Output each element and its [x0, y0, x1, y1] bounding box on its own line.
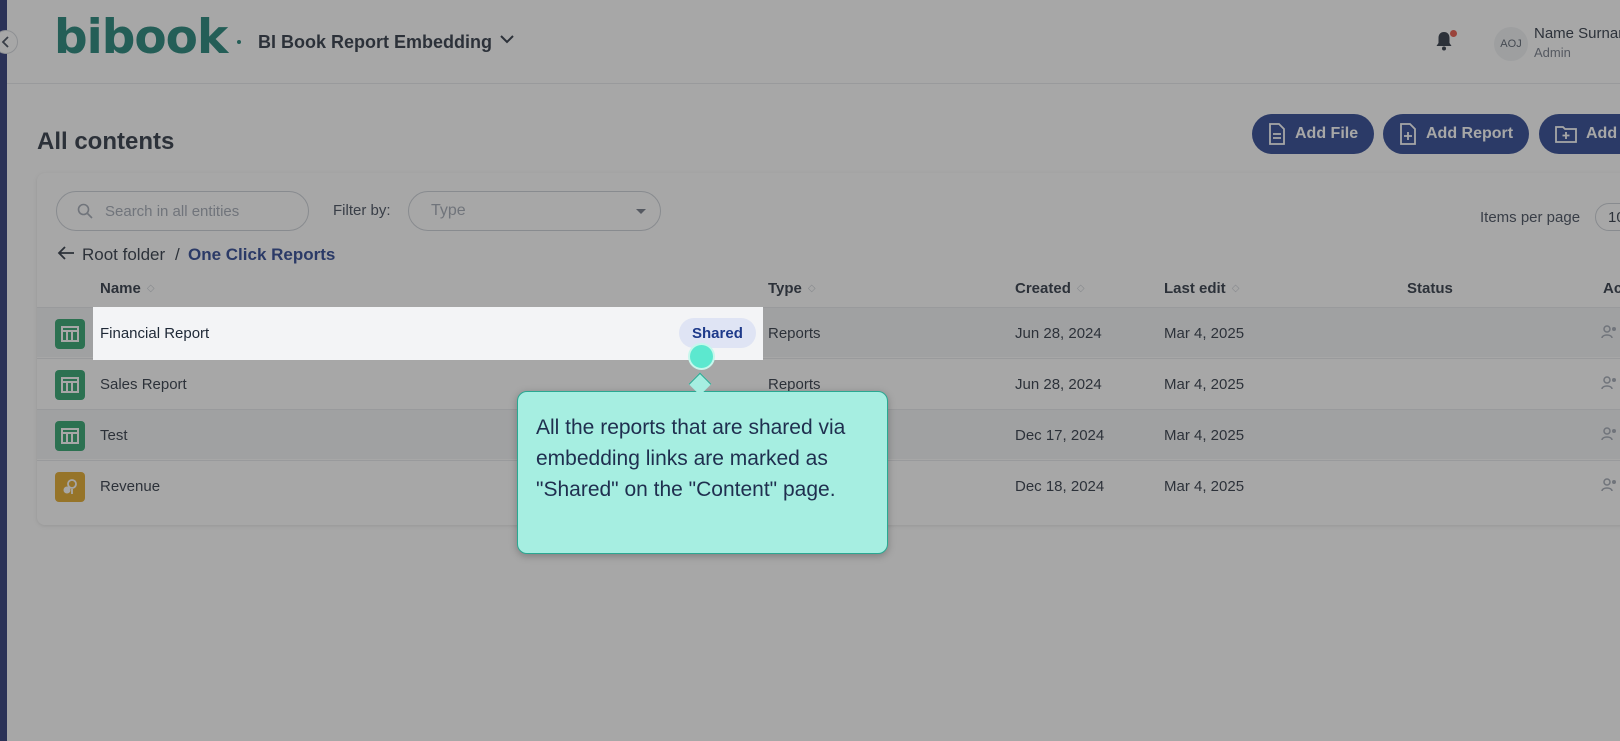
- walkthrough-dim-overlay: [0, 0, 1620, 741]
- shared-badge: Shared: [679, 318, 756, 348]
- highlighted-row-financial-report[interactable]: Financial Report Shared: [93, 307, 763, 360]
- walkthrough-tooltip: All the reports that are shared via embe…: [517, 391, 888, 554]
- walkthrough-hotspot[interactable]: [688, 343, 715, 370]
- tooltip-text: All the reports that are shared via embe…: [536, 416, 846, 501]
- highlighted-row-name: Financial Report: [100, 325, 210, 342]
